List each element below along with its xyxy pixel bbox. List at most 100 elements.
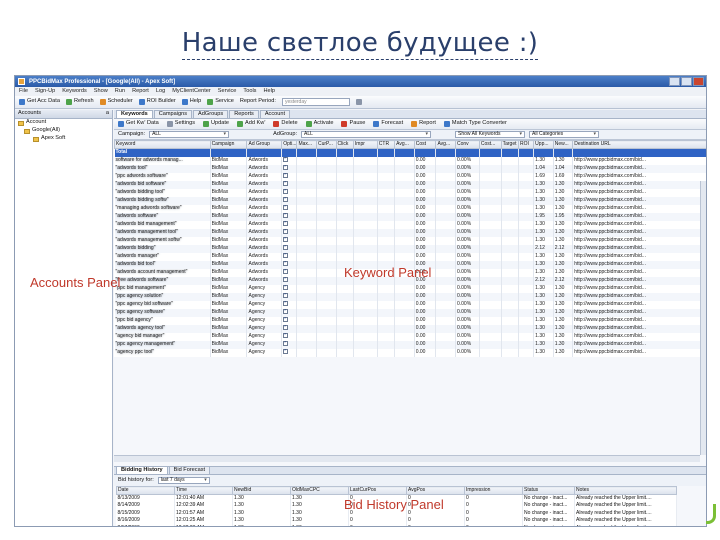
check-icon[interactable]	[283, 157, 289, 162]
tree-item-apex-soft[interactable]: Apex Soft	[15, 135, 112, 143]
optimize-checkbox[interactable]	[281, 196, 298, 205]
tab-keywords[interactable]: Keywords	[116, 110, 153, 118]
keyword-row[interactable]: "ppc agency solution"BidMaxAgency 0.00 0.0…	[114, 292, 706, 301]
match-type-converter-button[interactable]: Match Type Converter	[443, 121, 507, 127]
check-icon[interactable]	[283, 173, 289, 178]
keyword-row[interactable]: "managing adwords software" BidMax Adwords…	[114, 204, 706, 213]
check-icon[interactable]	[283, 205, 289, 210]
check-icon[interactable]	[283, 293, 289, 298]
check-icon[interactable]	[283, 309, 289, 314]
optimize-checkbox[interactable]	[281, 332, 298, 341]
keyword-column-header[interactable]: Conv	[454, 140, 480, 149]
check-icon[interactable]	[283, 317, 289, 322]
keyword-row[interactable]: "adwords bidding softw"BidMaxAdwords 0.00…	[114, 196, 706, 205]
check-icon[interactable]	[283, 189, 289, 194]
keyword-row[interactable]: "adwords manager"BidMaxAdwords 0.00 0.00% 1…	[114, 252, 706, 261]
menu-service[interactable]: Service	[218, 88, 237, 95]
tab-account[interactable]: Account	[259, 110, 291, 118]
keyword-column-header[interactable]: Cost	[413, 140, 437, 149]
get-acc-data-button[interactable]: Get Acc Data	[19, 99, 60, 105]
check-icon[interactable]	[283, 245, 289, 250]
tab-bid-forecast[interactable]: Bid Forecast	[168, 466, 211, 474]
tab-reports[interactable]: Reports	[229, 110, 259, 118]
optimize-checkbox[interactable]	[281, 220, 298, 229]
minimize-icon[interactable]	[669, 77, 680, 86]
help-button[interactable]: Help	[181, 99, 201, 105]
keyword-row[interactable]: "adwords software"BidMaxAdwords 0.00 0.00%…	[114, 212, 706, 221]
bid-history-row[interactable]: 8/17/200912:02:23 AM1.301.30000No change…	[116, 524, 677, 526]
keyword-column-header[interactable]: New...	[552, 140, 574, 149]
campaign-select[interactable]: ALL	[149, 131, 230, 138]
keyword-column-header[interactable]: CTR	[376, 140, 396, 149]
report-period-input[interactable]: yesterday	[281, 98, 350, 106]
refresh-button[interactable]: Refresh	[65, 99, 94, 105]
check-icon[interactable]	[283, 213, 289, 218]
check-icon[interactable]	[283, 285, 289, 290]
keyword-row[interactable]: "agency bid manager"BidMaxAgency 0.00 0.00…	[114, 332, 706, 341]
optimize-checkbox[interactable]	[281, 204, 298, 213]
bid-history-period-select[interactable]: last 7 days	[157, 477, 210, 484]
tab-campaigns[interactable]: Campaigns	[153, 110, 193, 118]
check-icon[interactable]	[283, 349, 289, 354]
keyword-row[interactable]: "adwords bidding tool"BidMaxAdwords 0.00 0…	[114, 188, 706, 197]
keyword-column-header[interactable]: Destination URL	[572, 140, 706, 149]
scheduler-button[interactable]: Scheduler	[99, 99, 133, 105]
service-button[interactable]: Service	[207, 99, 234, 105]
bid-column-header[interactable]: OldMaxCPC	[290, 486, 349, 495]
keyword-column-header[interactable]: Max...	[296, 140, 317, 149]
check-icon[interactable]	[283, 301, 289, 306]
optimize-checkbox[interactable]	[281, 188, 298, 197]
optimize-checkbox[interactable]	[281, 180, 298, 189]
keyword-column-header[interactable]: Avg...	[435, 140, 456, 149]
optimize-checkbox[interactable]	[281, 284, 298, 293]
check-icon[interactable]	[283, 165, 289, 170]
optimize-checkbox[interactable]	[281, 164, 298, 173]
calendar-icon[interactable]	[355, 99, 362, 105]
keyword-column-header[interactable]: Impr	[352, 140, 378, 149]
keyword-column-header[interactable]: Ad Group	[246, 140, 283, 149]
keyword-row[interactable]: "adwords management softw"BidMaxAdwords 0…	[114, 236, 706, 245]
keyword-column-header[interactable]: Opti...	[281, 140, 298, 149]
optimize-checkbox[interactable]	[281, 308, 298, 317]
keyword-row[interactable]: software for adwords manag... BidMax Adwor…	[114, 156, 706, 165]
keyword-horizontal-scrollbar[interactable]	[114, 455, 700, 462]
add-kw-button[interactable]: Add Kw'	[237, 121, 265, 127]
keyword-row[interactable]: "adwords management tool"BidMaxAdwords 0.…	[114, 228, 706, 237]
check-icon[interactable]	[283, 269, 289, 274]
keyword-row[interactable]: "adwords bid management"BidMaxAdwords 0.0…	[114, 220, 706, 229]
check-icon[interactable]	[283, 237, 289, 242]
check-icon[interactable]	[283, 333, 289, 338]
activate-button[interactable]: Activate	[305, 121, 333, 127]
update-button[interactable]: Update	[203, 121, 229, 127]
check-icon[interactable]	[283, 197, 289, 202]
bid-column-header[interactable]: Notes	[574, 486, 677, 495]
keyword-column-header[interactable]: Cost...	[478, 140, 502, 149]
optimize-checkbox[interactable]	[281, 348, 298, 357]
report-button[interactable]: Report	[411, 121, 436, 127]
check-icon[interactable]	[283, 277, 289, 282]
tree-item-google-all[interactable]: Google(All)	[15, 127, 112, 135]
check-icon[interactable]	[283, 325, 289, 330]
check-icon[interactable]	[283, 261, 289, 266]
keyword-row[interactable]: "ppc agency management"BidMaxAgency 0.00 0…	[114, 340, 706, 349]
optimize-checkbox[interactable]	[281, 244, 298, 253]
check-icon[interactable]	[283, 229, 289, 234]
menu-myclientcenter[interactable]: MyClientCenter	[172, 88, 211, 95]
optimize-checkbox[interactable]	[281, 300, 298, 309]
settings-button[interactable]: Settings	[166, 121, 195, 127]
keyword-row[interactable]: "ppc agency software"BidMaxAgency 0.00 0.0…	[114, 308, 706, 317]
optimize-checkbox[interactable]	[281, 324, 298, 333]
optimize-checkbox[interactable]	[281, 252, 298, 261]
keyword-column-header[interactable]: Upp...	[533, 140, 554, 149]
bid-column-header[interactable]: Date	[116, 486, 175, 495]
pause-button[interactable]: Pause	[341, 121, 365, 127]
keyword-total-row[interactable]: Total	[114, 148, 706, 157]
adgroup-select[interactable]: ALL	[301, 131, 432, 138]
keyword-vertical-scrollbar[interactable]	[700, 181, 706, 455]
menu-log[interactable]: Log	[156, 88, 165, 95]
keyword-column-header[interactable]: CurP...	[315, 140, 337, 149]
keyword-column-header[interactable]: Click	[335, 140, 354, 149]
menu-sign-up[interactable]: Sign-Up	[35, 88, 55, 95]
optimize-checkbox[interactable]	[281, 236, 298, 245]
keyword-row[interactable]: "adwords bid software"BidMaxAdwords 0.00 0…	[114, 180, 706, 189]
